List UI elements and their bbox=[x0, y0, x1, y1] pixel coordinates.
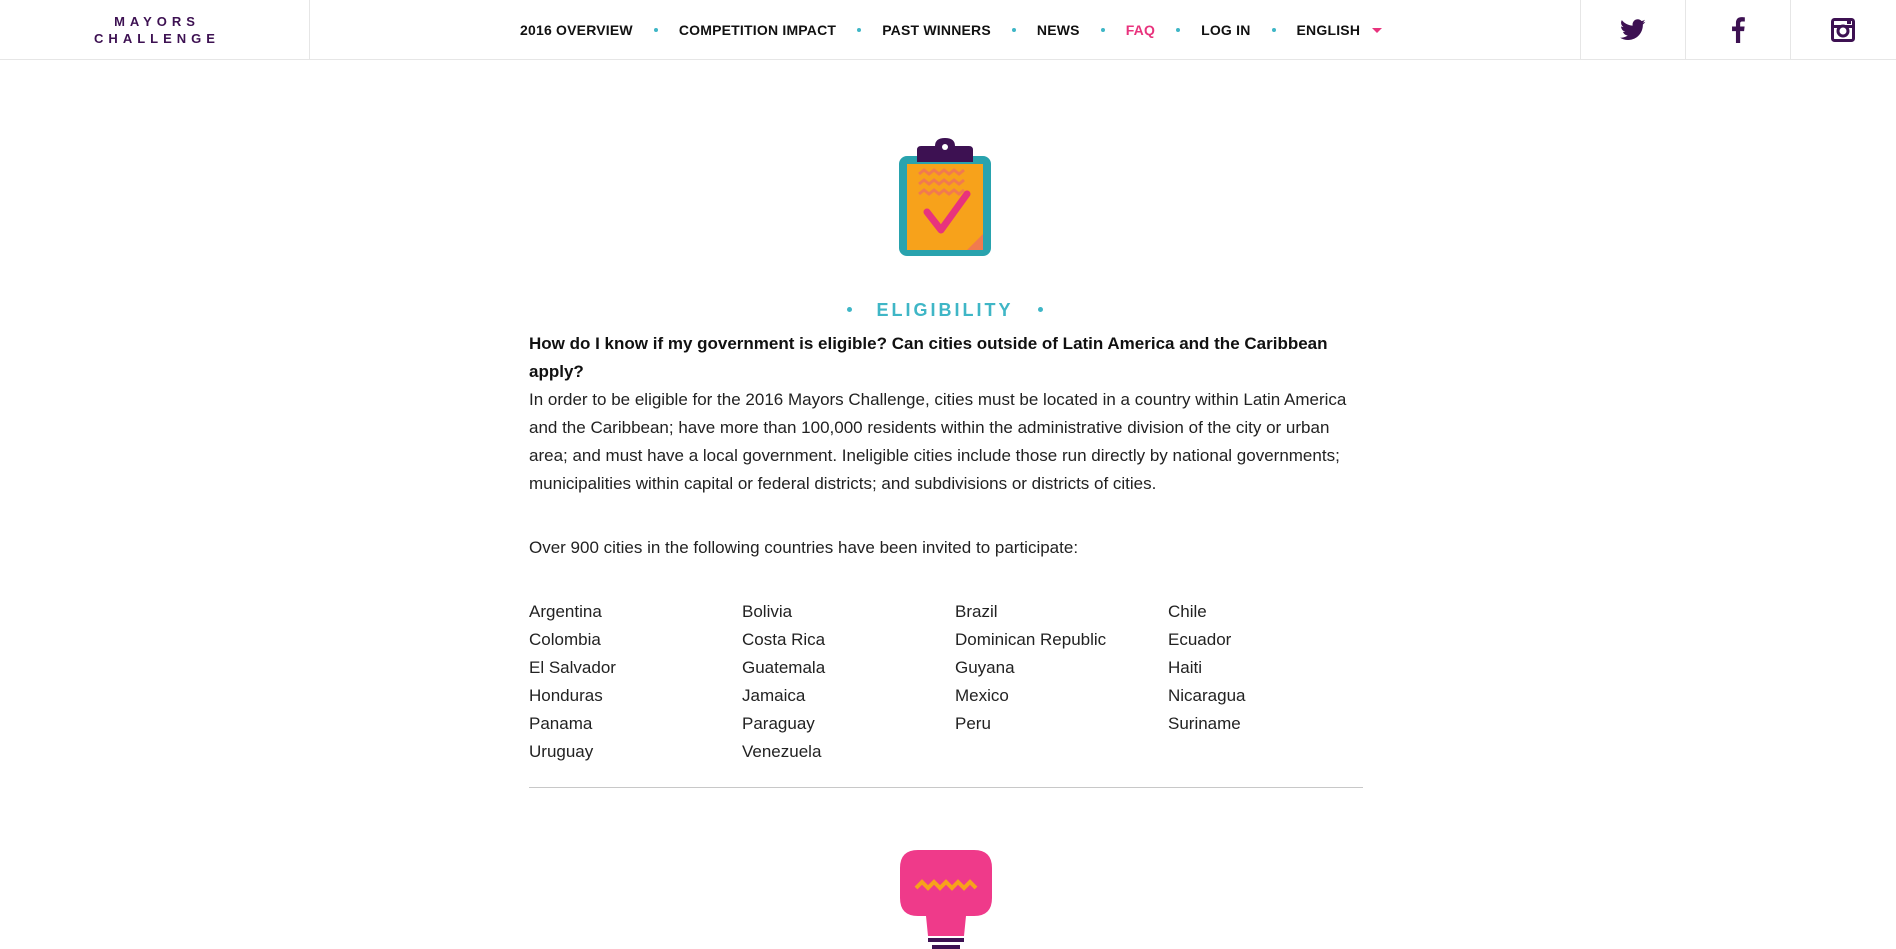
language-select[interactable]: ENGLISH bbox=[1297, 22, 1383, 38]
countries-list: Argentina Bolivia Brazil Chile Colombia Costa… bbox=[529, 598, 1364, 766]
country-item: Ecuador bbox=[1168, 630, 1232, 649]
country-item: Peru bbox=[955, 714, 991, 733]
language-label: ENGLISH bbox=[1296, 21, 1361, 38]
country-item: Paraguay bbox=[742, 714, 815, 733]
countries-intro: Over 900 cities in the following countri… bbox=[529, 538, 1079, 557]
nav-separator bbox=[653, 27, 658, 32]
nav-2016-overview[interactable]: 2016 OVERVIEW bbox=[520, 22, 633, 38]
main-nav: 2016 OVERVIEW COMPETITION IMPACT PAST WI… bbox=[520, 0, 1390, 59]
country-item: Suriname bbox=[1168, 714, 1241, 733]
site-logo[interactable]: MAYORS CHALLENGE bbox=[0, 0, 310, 59]
country-item: Brazil bbox=[955, 602, 998, 621]
section-divider bbox=[529, 787, 1363, 788]
country-item: Guyana bbox=[955, 658, 1015, 677]
site-header: MAYORS CHALLENGE 2016 OVERVIEW COMPETITI… bbox=[0, 0, 1896, 60]
nav-separator bbox=[1176, 27, 1181, 32]
twitter-icon bbox=[1620, 18, 1646, 40]
faq-question: How do I know if my government is eligib… bbox=[529, 334, 1328, 381]
country-item: Haiti bbox=[1168, 658, 1203, 677]
country-item: Jamaica bbox=[742, 686, 806, 705]
lightbulb-icon bbox=[900, 850, 992, 949]
section-title: ELIGIBILITY bbox=[876, 299, 1014, 320]
chevron-down-icon bbox=[1372, 28, 1383, 34]
nav-news[interactable]: NEWS bbox=[1037, 22, 1080, 38]
faq-content: How do I know if my government is eligib… bbox=[529, 330, 1364, 766]
country-item: Honduras bbox=[529, 686, 603, 705]
logo-line-2: CHALLENGE bbox=[94, 30, 220, 46]
twitter-link[interactable] bbox=[1580, 0, 1685, 59]
instagram-icon bbox=[1831, 17, 1855, 42]
country-item: Bolivia bbox=[742, 602, 793, 621]
country-item: Colombia bbox=[529, 630, 601, 649]
country-item: Argentina bbox=[529, 602, 602, 621]
country-item: Chile bbox=[1168, 602, 1207, 621]
nav-separator bbox=[1100, 27, 1105, 32]
country-item: El Salvador bbox=[529, 658, 616, 677]
facebook-link[interactable] bbox=[1685, 0, 1790, 59]
country-item: Costa Rica bbox=[742, 630, 826, 649]
faq-answer: In order to be eligible for the 2016 May… bbox=[529, 390, 1347, 493]
clipboard-check-icon bbox=[899, 138, 991, 256]
facebook-icon bbox=[1732, 16, 1745, 43]
country-item: Uruguay bbox=[529, 742, 594, 761]
heading-dot bbox=[1037, 307, 1043, 313]
logo-line-1: MAYORS bbox=[114, 13, 200, 29]
nav-competition-impact[interactable]: COMPETITION IMPACT bbox=[679, 22, 836, 38]
section-heading: ELIGIBILITY bbox=[530, 300, 1360, 321]
country-item: Panama bbox=[529, 714, 593, 733]
country-item: Venezuela bbox=[742, 742, 822, 761]
nav-separator bbox=[1271, 27, 1276, 32]
nav-past-winners[interactable]: PAST WINNERS bbox=[882, 22, 991, 38]
country-item: Dominican Republic bbox=[955, 630, 1107, 649]
country-item: Nicaragua bbox=[1168, 686, 1246, 705]
country-item: Mexico bbox=[955, 686, 1009, 705]
country-item: Guatemala bbox=[742, 658, 826, 677]
heading-dot bbox=[847, 307, 853, 313]
nav-faq[interactable]: FAQ bbox=[1126, 22, 1155, 38]
nav-separator bbox=[857, 27, 862, 32]
instagram-link[interactable] bbox=[1790, 0, 1895, 59]
nav-log-in[interactable]: LOG IN bbox=[1201, 22, 1250, 38]
nav-separator bbox=[1011, 27, 1016, 32]
